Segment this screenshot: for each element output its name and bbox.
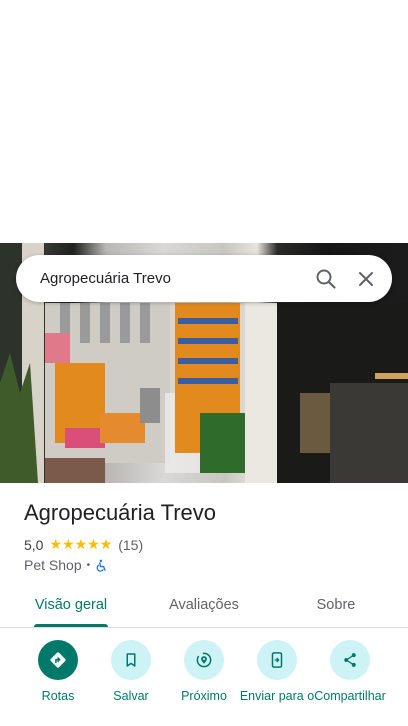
- tab-about[interactable]: Sobre: [306, 588, 366, 628]
- tab-reviews[interactable]: Avaliações: [160, 588, 248, 628]
- place-category: Pet Shop: [24, 557, 82, 573]
- active-tab-indicator: [34, 624, 108, 627]
- rating-value: 5,0: [24, 536, 44, 553]
- send-to-phone-button[interactable]: Enviar para o: [239, 640, 315, 703]
- nearby-icon: [184, 640, 224, 680]
- save-button[interactable]: Salvar: [93, 640, 169, 703]
- nearby-button[interactable]: Próximo: [166, 640, 242, 703]
- tab-overview[interactable]: Visão geral: [30, 588, 112, 628]
- share-icon: [330, 640, 370, 680]
- star-rating-icon: ★★★★★: [49, 536, 113, 552]
- bookmark-icon: [111, 640, 151, 680]
- place-title: Agropecuária Trevo: [24, 500, 216, 525]
- action-label: Rotas: [41, 689, 75, 703]
- directions-icon: [38, 640, 78, 680]
- action-label: Próximo: [181, 689, 227, 703]
- action-label: Salvar: [113, 689, 149, 703]
- search-icon[interactable]: [314, 267, 338, 291]
- action-bar: Rotas Salvar Próximo Enviar para o Compa…: [0, 640, 408, 726]
- send-to-phone-icon: [257, 640, 297, 680]
- separator-dot: •: [86, 559, 91, 571]
- wheelchair-accessible-icon: [95, 559, 108, 572]
- search-bar[interactable]: Agropecuária Trevo: [16, 255, 392, 302]
- map-area[interactable]: [0, 0, 408, 243]
- directions-button[interactable]: Rotas: [20, 640, 96, 703]
- share-button[interactable]: Compartilhar: [312, 640, 388, 703]
- close-icon[interactable]: [354, 267, 378, 291]
- search-input[interactable]: Agropecuária Trevo: [40, 255, 171, 302]
- category-row: Pet Shop •: [24, 557, 108, 573]
- action-label: Compartilhar: [314, 689, 386, 703]
- tab-bar: Visão geral Avaliações Sobre: [0, 588, 408, 628]
- rating-row[interactable]: 5,0 ★★★★★ (15): [24, 536, 143, 553]
- reviews-count[interactable]: (15): [118, 537, 143, 553]
- action-label: Enviar para o: [239, 689, 315, 703]
